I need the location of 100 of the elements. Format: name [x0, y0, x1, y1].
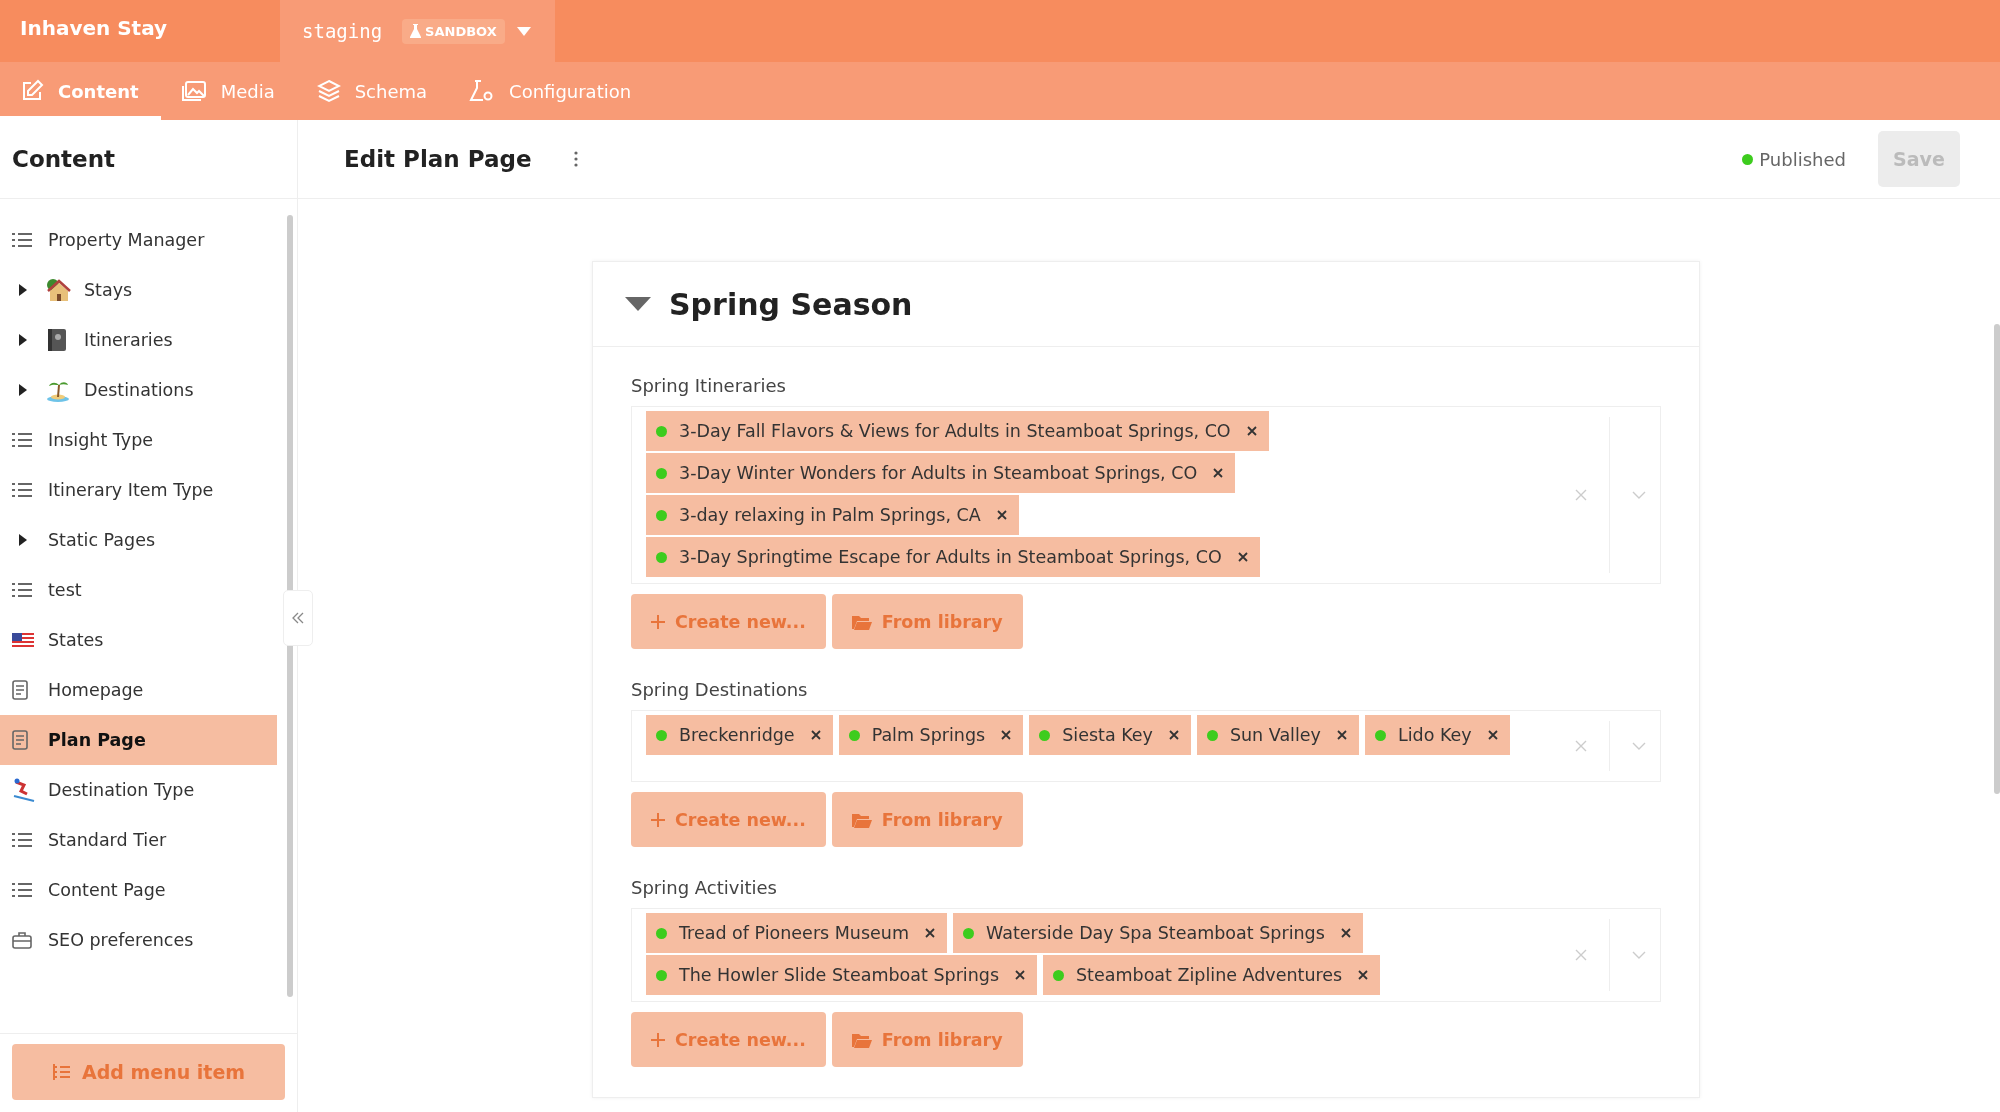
sidebar-item[interactable]: Property Manager — [0, 215, 277, 265]
list-icon — [12, 232, 32, 248]
field-label: Spring Destinations — [631, 679, 809, 700]
chip-label: Breckenridge — [679, 725, 795, 745]
remove-icon[interactable] — [1336, 730, 1347, 740]
sidebar-item[interactable]: Static Pages — [0, 515, 277, 565]
list-icon — [12, 482, 32, 498]
chip-label: 3-Day Fall Flavors & Views for Adults in Steamboat Springs, CO — [679, 421, 1231, 441]
list-icon — [12, 832, 32, 848]
chip-label: Siesta Key — [1062, 725, 1153, 745]
list-add-icon — [51, 1063, 72, 1081]
layers-icon — [316, 79, 341, 103]
remove-icon[interactable] — [996, 510, 1007, 520]
sandbox-badge: SANDBOX — [402, 18, 505, 44]
house-icon — [46, 278, 72, 302]
reference-field[interactable]: Tread of Pioneers Museum Waterside Day Spa Steamboat Springs The Howler Slide Steamboat Springs Steamboat Zipline Adventures — [631, 908, 1661, 1002]
status-dot — [1742, 153, 1754, 165]
publish-status: Published — [1759, 148, 1846, 170]
folder-icon — [851, 613, 872, 630]
folder-icon — [851, 1031, 872, 1048]
scrollbar[interactable] — [1994, 324, 2000, 794]
remove-icon[interactable] — [1358, 970, 1369, 980]
remove-icon[interactable] — [1340, 928, 1351, 938]
double-chevron-left-icon — [292, 612, 304, 624]
skier-icon — [12, 778, 36, 802]
status-dot — [656, 509, 667, 521]
chip-label: Sun Valley — [1229, 725, 1321, 745]
remove-icon[interactable] — [1487, 730, 1498, 740]
chip-label: Tread of Pioneers Museum — [679, 923, 909, 943]
expand-arrow-icon[interactable] — [19, 384, 27, 396]
sidebar-item[interactable]: Destination Type — [0, 765, 277, 815]
sidebar-item[interactable]: Stays — [0, 265, 277, 315]
status-dot — [656, 969, 667, 981]
status-dot — [656, 551, 667, 563]
sidebar-title: Content — [12, 146, 116, 172]
sidebar-item[interactable]: SEO preferences — [0, 915, 277, 965]
more-icon — [573, 151, 578, 167]
status-dot — [1053, 969, 1064, 981]
chip-label: Lido Key — [1397, 725, 1472, 745]
environment-name: staging — [302, 20, 383, 42]
field-label: Spring Itineraries — [631, 375, 787, 396]
editor-title: Edit Plan Page — [344, 146, 532, 172]
notebook-icon — [46, 328, 68, 352]
chip-label: 3-Day Springtime Escape for Adults in Steamboat Springs, CO — [679, 547, 1222, 567]
chip-label: Waterside Day Spa Steamboat Springs — [986, 923, 1325, 943]
collapse-arrow-icon[interactable] — [625, 297, 651, 311]
document-icon — [12, 680, 28, 700]
sidebar-item[interactable]: Standard Tier — [0, 815, 277, 865]
remove-icon[interactable] — [1015, 970, 1025, 980]
remove-icon[interactable] — [810, 730, 821, 740]
list-icon — [12, 432, 32, 448]
reference-field[interactable]: Breckenridge Palm Springs Siesta Key Sun Valley Lido Key — [631, 710, 1661, 782]
status-dot — [1374, 729, 1386, 741]
scrollbar[interactable] — [287, 215, 293, 997]
app-name: Inhaven Stay — [19, 15, 169, 42]
status-dot — [656, 467, 667, 479]
list-icon — [12, 882, 32, 898]
sidebar-item[interactable]: Itineraries — [0, 315, 277, 365]
sidebar-item[interactable]: Plan Page — [0, 715, 277, 765]
status-dot — [656, 425, 667, 437]
chip-label: 3-day relaxing in Palm Springs, CA — [679, 505, 981, 525]
reference-field[interactable] — [631, 406, 1661, 584]
expand-arrow-icon[interactable] — [19, 334, 27, 346]
status-dot — [1039, 729, 1051, 741]
chip-label: The Howler Slide Steamboat Springs — [679, 965, 999, 985]
chip-label: 3-Day Winter Wonders for Adults in Steamboat Springs, CO — [679, 463, 1198, 483]
remove-icon[interactable] — [1237, 552, 1248, 562]
document-icon — [12, 730, 28, 750]
sidebar-item[interactable]: Insight Type — [0, 415, 277, 465]
plus-icon — [651, 1032, 665, 1047]
edit-icon — [20, 79, 44, 103]
chip-label: Palm Springs — [871, 725, 986, 745]
field-label: Spring Activities — [631, 877, 778, 898]
sidebar-item[interactable]: Destinations — [0, 365, 277, 415]
sidebar-item[interactable]: Content Page — [0, 865, 277, 915]
status-dot — [656, 729, 667, 741]
status-dot — [656, 927, 667, 939]
status-dot — [1206, 729, 1218, 741]
images-icon — [180, 80, 207, 102]
section-title: Spring Season — [669, 286, 913, 322]
sidebar-item[interactable]: test — [0, 565, 277, 615]
folder-icon — [851, 811, 872, 828]
status-dot — [963, 927, 974, 939]
caret-down-icon — [516, 26, 531, 36]
remove-icon[interactable] — [1001, 730, 1012, 740]
plus-icon — [651, 812, 665, 827]
briefcase-icon — [12, 931, 32, 949]
expand-arrow-icon[interactable] — [19, 534, 27, 546]
chip-label: Steamboat Zipline Adventures — [1076, 965, 1343, 985]
remove-icon[interactable] — [1168, 730, 1179, 740]
remove-icon[interactable] — [925, 928, 935, 938]
flag-icon — [12, 633, 34, 647]
expand-arrow-icon[interactable] — [19, 284, 27, 296]
sidebar-item[interactable]: Itinerary Item Type — [0, 465, 277, 515]
remove-icon[interactable] — [1213, 468, 1224, 478]
sidebar-item[interactable]: States — [0, 615, 277, 665]
sidebar-item[interactable]: Homepage — [0, 665, 277, 715]
list-icon — [12, 582, 32, 598]
remove-icon[interactable] — [1246, 426, 1257, 436]
flask-icon — [410, 24, 422, 38]
